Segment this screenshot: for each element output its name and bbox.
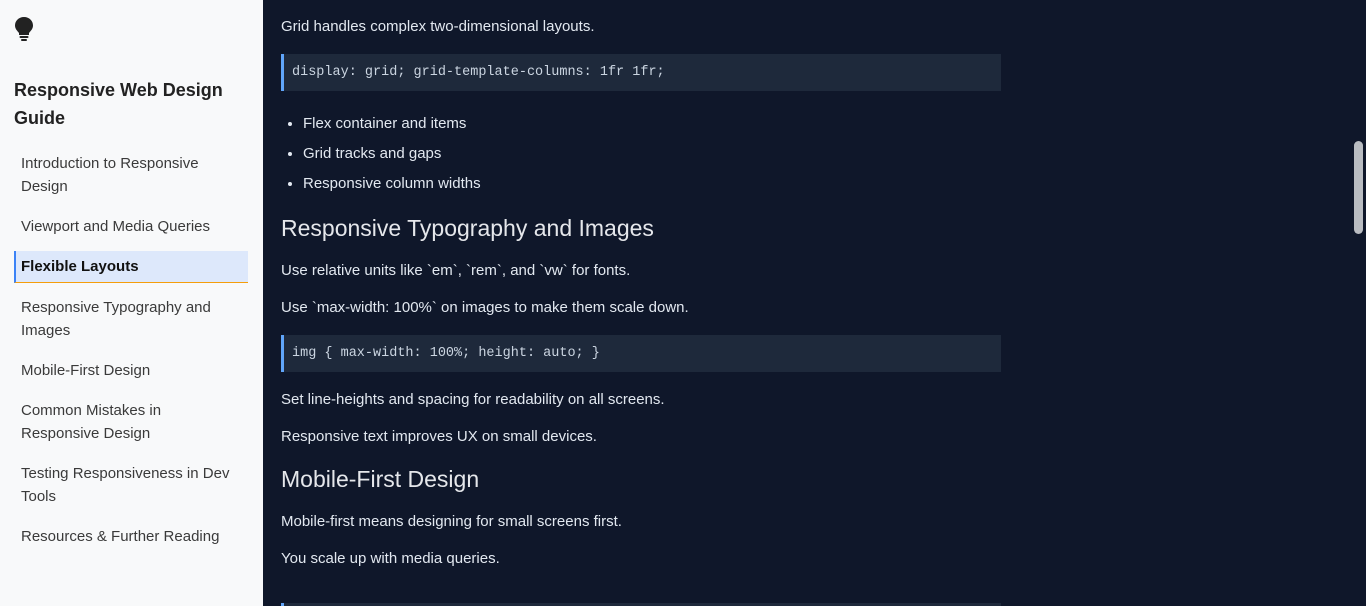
sidebar-nav: Introduction to Responsive Design Viewpo… — [14, 148, 248, 552]
sidebar-item-common-mistakes[interactable]: Common Mistakes in Responsive Design — [14, 395, 248, 449]
scrollbar-track[interactable] — [1351, 0, 1366, 606]
sidebar-item-mobile-first[interactable]: Mobile-First Design — [14, 355, 248, 386]
list-item: Flex container and items — [303, 109, 1001, 139]
scrollbar-thumb[interactable] — [1354, 141, 1363, 234]
bullet-list: Flex container and items Grid tracks and… — [303, 109, 1001, 199]
sidebar-item-typography[interactable]: Responsive Typography and Images — [14, 292, 248, 346]
sidebar-item-viewport[interactable]: Viewport and Media Queries — [14, 211, 248, 242]
lightbulb-icon[interactable] — [14, 16, 34, 42]
grid-intro-text: Grid handles complex two-dimensional lay… — [281, 18, 595, 35]
sidebar-item-introduction[interactable]: Introduction to Responsive Design — [14, 148, 248, 202]
paragraph: Mobile-first means designing for small s… — [281, 513, 622, 530]
section-heading-typography: Responsive Typography and Images — [281, 215, 654, 241]
code-block-grid: display: grid; grid-template-columns: 1f… — [281, 54, 1001, 91]
main-content: Grid handles complex two-dimensional lay… — [263, 0, 1366, 606]
paragraph: Responsive text improves UX on small dev… — [281, 428, 597, 445]
app-root: Responsive Web Design Guide Introduction… — [0, 0, 1366, 606]
list-item: Grid tracks and gaps — [303, 139, 1001, 169]
paragraph: Set line-heights and spacing for readabi… — [281, 391, 665, 408]
list-item: Responsive column widths — [303, 169, 1001, 199]
site-title: Responsive Web Design Guide — [14, 80, 223, 128]
section-heading-mobile-first: Mobile-First Design — [281, 466, 480, 492]
sidebar-item-resources[interactable]: Resources & Further Reading — [14, 521, 248, 552]
sidebar-item-flexible-layouts[interactable]: Flexible Layouts — [14, 251, 248, 283]
code-block-img: img { max-width: 100%; height: auto; } — [281, 335, 1001, 372]
article: Grid handles complex two-dimensional lay… — [281, 17, 1001, 586]
paragraph: Use `max-width: 100%` on images to make … — [281, 299, 689, 316]
paragraph: You scale up with media queries. — [281, 550, 500, 567]
sidebar: Responsive Web Design Guide Introduction… — [0, 0, 263, 606]
paragraph: Use relative units like `em`, `rem`, and… — [281, 262, 631, 279]
sidebar-item-testing[interactable]: Testing Responsiveness in Dev Tools — [14, 458, 248, 512]
